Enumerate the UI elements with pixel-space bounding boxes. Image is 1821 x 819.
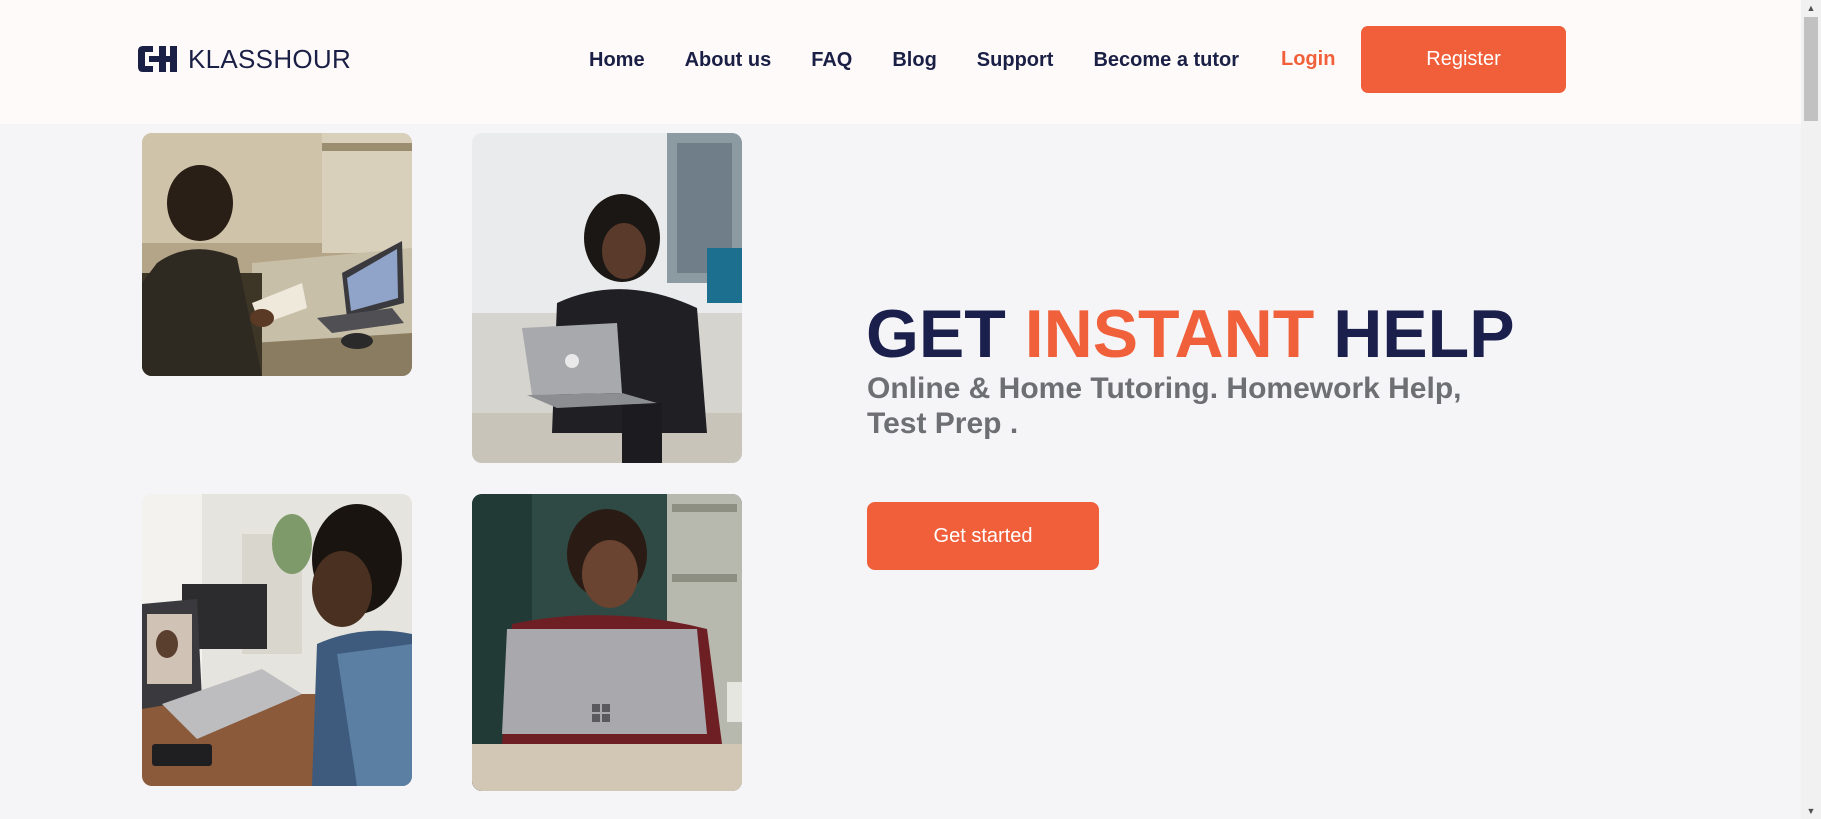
nav-become-a-tutor[interactable]: Become a tutor (1093, 49, 1239, 72)
nav-blog[interactable]: Blog (892, 49, 936, 72)
brand-logo[interactable]: KLASSHOUR (137, 44, 351, 74)
hero-title-accent: INSTANT (1024, 296, 1315, 372)
site-header: KLASSHOUR Home About us FAQ Blog Support… (0, 0, 1801, 124)
klasshour-logo-icon (138, 46, 177, 72)
hero-subtitle: Online & Home Tutoring. Homework Help, T… (867, 372, 1462, 440)
hero-title-part2: HELP (1314, 296, 1515, 372)
page-scrollbar[interactable]: ▲ ▼ (1801, 0, 1821, 819)
nav-support[interactable]: Support (977, 49, 1054, 72)
get-started-button[interactable]: Get started (867, 502, 1099, 570)
nav-about-us[interactable]: About us (685, 49, 772, 72)
scroll-down-arrow-icon[interactable]: ▼ (1801, 803, 1821, 819)
hero-title-part1: GET (866, 296, 1025, 372)
login-link[interactable]: Login (1281, 48, 1335, 71)
hero-photo-video-call (142, 494, 412, 786)
nav-faq[interactable]: FAQ (811, 49, 852, 72)
main-nav: Home About us FAQ Blog Support Become a … (589, 48, 1239, 72)
hero-photo-surface-laptop (472, 494, 742, 791)
brand-name: KLASSHOUR (188, 43, 352, 74)
hero-photo-student-reading (142, 133, 412, 376)
register-button[interactable]: Register (1361, 26, 1566, 93)
scroll-thumb[interactable] (1804, 17, 1818, 121)
scroll-up-arrow-icon[interactable]: ▲ (1801, 0, 1821, 16)
nav-home[interactable]: Home (589, 49, 645, 72)
hero-title: GET INSTANT HELP (866, 296, 1515, 372)
hero-photo-woman-laptop (472, 133, 742, 463)
